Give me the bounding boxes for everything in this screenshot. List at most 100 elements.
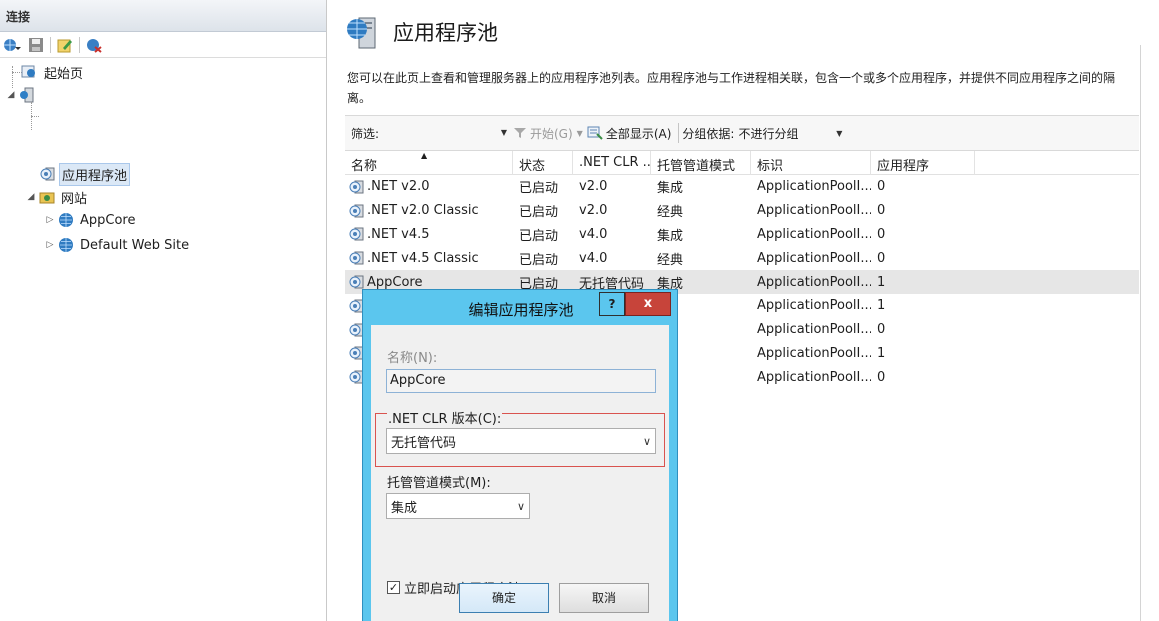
tree-item-app-pools[interactable]: 应用程序池	[40, 162, 131, 186]
cell-clr: v4.0	[579, 226, 608, 242]
column-header-state[interactable]: 状态	[513, 151, 573, 175]
tree-label-start-page: 起始页	[44, 66, 84, 82]
cell-name: .NET v2.0	[345, 179, 513, 195]
table-row[interactable]: .NET v2.0 已启动 v2.0 集成 ApplicationPoolI... 0	[345, 175, 1139, 199]
cell-clr: v4.0	[579, 250, 608, 266]
sites-folder-icon	[39, 192, 55, 204]
cancel-button[interactable]: 取消	[559, 583, 649, 613]
chevron-down-icon: ∨	[516, 499, 525, 513]
cell-pipeline-mode: 经典	[657, 252, 684, 268]
show-all-button-label: 全部显示(A)	[605, 126, 672, 141]
app-pool-icon	[349, 180, 364, 194]
show-all-icon	[587, 126, 603, 140]
toolbar-separator	[79, 36, 80, 53]
autostart-checkbox[interactable]: ✓	[387, 581, 400, 594]
help-button[interactable]: ?	[599, 292, 625, 316]
pipeline-mode-value: 集成	[391, 500, 418, 516]
cell-identity: ApplicationPoolI...	[757, 322, 871, 338]
tree-label-site-appcore: AppCore	[80, 212, 136, 228]
column-header-applications[interactable]: 应用程序	[871, 151, 975, 175]
website-globe-icon	[59, 238, 73, 252]
table-header: 名称 ▲ 状态 .NET CLR ... 托管管道模式 标识 应用程序	[345, 151, 1139, 175]
group-by-value: 不进行分组	[738, 126, 799, 141]
cell-clr: v2.0	[579, 203, 608, 219]
cell-identity: ApplicationPoolI...	[757, 369, 871, 385]
column-header-identity[interactable]: 标识	[751, 151, 871, 175]
filter-bar: 筛选: ▼ 开始(G) ▼ 全部显示(A) 分组依据: 不进行分组 ▼	[345, 115, 1139, 151]
go-button-label: 开始(G)	[530, 126, 573, 141]
tree-label-server	[38, 93, 44, 97]
cell-identity: ApplicationPoolI...	[757, 226, 871, 242]
name-label: 名称(N):	[387, 351, 438, 366]
dropdown-arrow-icon[interactable]: ▼	[501, 128, 507, 137]
cell-applications: 0	[877, 179, 886, 195]
cell-clr: v2.0	[579, 179, 608, 195]
cell-applications: 1	[877, 345, 886, 361]
filter-label: 筛选:	[351, 126, 380, 141]
page-header: 应用程序池	[345, 14, 498, 50]
filter-separator	[678, 123, 680, 143]
table-row[interactable]: .NET v2.0 Classic 已启动 v2.0 经典 ApplicationPoo…	[345, 199, 1139, 223]
tree-item-sites[interactable]: ◢ 网站	[26, 187, 90, 207]
tree-label-sites: 网站	[61, 191, 88, 207]
iis-manager-window: 连接 起始页 ◢ 应用程序池 ◢ 网站 ▷ AppCore ▷ Default …	[0, 0, 1159, 621]
app-pool-icon	[349, 227, 364, 241]
pipeline-mode-select[interactable]: 集成 ∨	[386, 493, 530, 519]
cell-pipeline-mode: 集成	[657, 181, 684, 197]
tree-item-start-page[interactable]: 起始页	[20, 62, 86, 82]
cell-applications: 0	[877, 203, 886, 219]
app-pool-icon	[40, 167, 55, 181]
disconnect-icon[interactable]	[84, 35, 104, 55]
cell-state: 已启动	[519, 252, 559, 268]
name-field[interactable]: AppCore	[386, 369, 656, 393]
column-header-clr[interactable]: .NET CLR ...	[573, 151, 651, 175]
cell-name: AppCore	[345, 274, 513, 290]
cell-identity: ApplicationPoolI...	[757, 345, 871, 361]
tree-item-site-default[interactable]: ▷ Default Web Site	[45, 235, 192, 255]
connect-globe-icon[interactable]	[2, 35, 22, 55]
tree-connector	[31, 116, 39, 117]
cell-identity: ApplicationPoolI...	[757, 298, 871, 314]
expand-arrow-icon[interactable]: ▷	[45, 240, 55, 250]
clr-version-value: 无托管代码	[391, 435, 457, 451]
tree-item-site-appcore[interactable]: ▷ AppCore	[45, 210, 139, 230]
cell-pipeline-mode: 集成	[657, 228, 684, 244]
clr-version-select[interactable]: 无托管代码 ∨	[386, 428, 656, 454]
show-all-button[interactable]: 全部显示(A)	[583, 122, 676, 144]
tree-item-server[interactable]: ◢	[6, 85, 44, 105]
close-button[interactable]: x	[625, 292, 671, 316]
app-pool-icon	[349, 204, 364, 218]
connections-header: 连接	[0, 0, 326, 32]
collapse-arrow-icon[interactable]: ◢	[6, 90, 16, 100]
table-row[interactable]: .NET v4.5 已启动 v4.0 集成 ApplicationPoolI... 0	[345, 223, 1139, 247]
cell-applications: 0	[877, 250, 886, 266]
edit-icon[interactable]	[55, 35, 75, 55]
cell-identity: ApplicationPoolI...	[757, 203, 871, 219]
sort-ascending-icon: ▲	[421, 151, 428, 160]
column-header-name[interactable]: 名称 ▲	[345, 151, 513, 175]
ok-button[interactable]: 确定	[459, 583, 549, 613]
connections-pane: 连接 起始页 ◢ 应用程序池 ◢ 网站 ▷ AppCore ▷ Default …	[0, 0, 327, 621]
cell-pipeline-mode: 经典	[657, 205, 684, 221]
app-pool-icon	[349, 275, 364, 289]
cell-state: 已启动	[519, 228, 559, 244]
app-pools-large-icon	[347, 17, 376, 49]
column-header-pipeline-mode[interactable]: 托管管道模式	[651, 151, 751, 175]
collapse-arrow-icon[interactable]: ◢	[26, 192, 36, 202]
save-icon[interactable]	[26, 35, 46, 55]
expand-arrow-icon[interactable]: ▷	[45, 215, 55, 225]
table-row[interactable]: .NET v4.5 Classic 已启动 v4.0 经典 ApplicationPoo…	[345, 246, 1139, 270]
page-title: 应用程序池	[393, 21, 498, 45]
clr-version-label: .NET CLR 版本(C):	[387, 408, 503, 427]
go-button[interactable]: 开始(G)	[509, 122, 577, 144]
cell-name: .NET v4.5 Classic	[345, 250, 513, 266]
edit-app-pool-dialog: 编辑应用程序池 ? x 名称(N): AppCore .NET CLR 版本(C…	[362, 289, 678, 621]
filter-input[interactable]: ▼	[387, 123, 509, 143]
cell-applications: 1	[877, 298, 886, 314]
pipeline-mode-label: 托管管道模式(M):	[387, 476, 491, 491]
pane-divider	[1140, 45, 1141, 621]
group-by-select[interactable]: 不进行分组 ▼	[734, 122, 846, 144]
dropdown-arrow-icon[interactable]: ▼	[836, 129, 842, 138]
cell-applications: 0	[877, 322, 886, 338]
funnel-icon	[514, 128, 526, 138]
